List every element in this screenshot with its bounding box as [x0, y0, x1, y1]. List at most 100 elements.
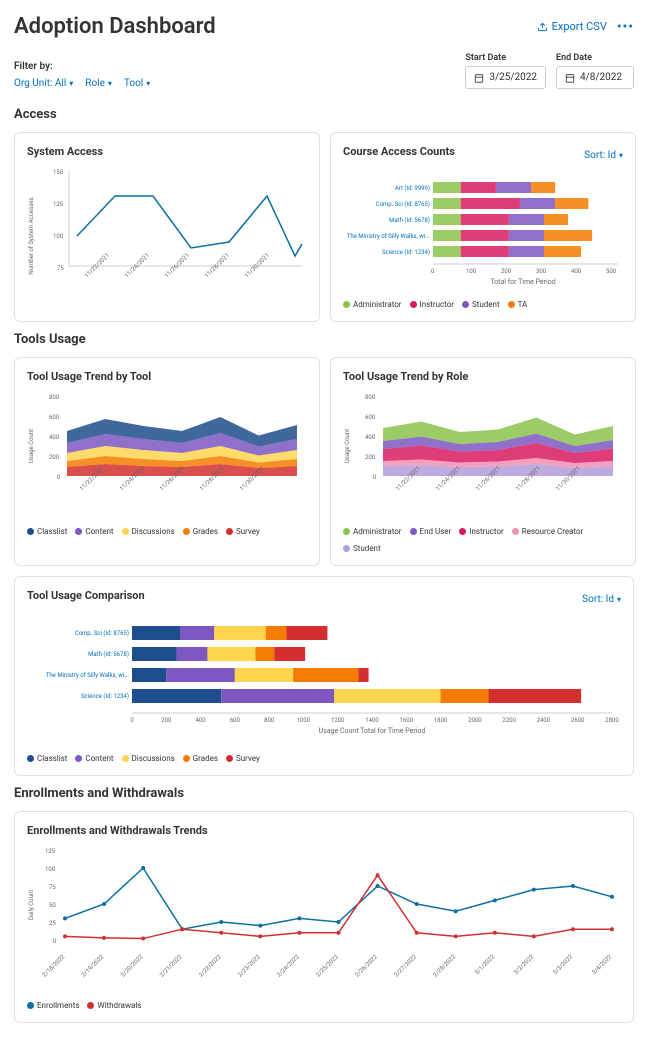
svg-text:2400: 2400 [537, 717, 551, 724]
card-enrollments: Enrollments and Withdrawals Trends Daily… [14, 811, 634, 1023]
tool-by-role-chart: Usage Count 8006004002000 11/22/2021 11/… [343, 391, 623, 521]
svg-text:400: 400 [571, 268, 582, 275]
svg-text:Math (Id: 5678): Math (Id: 5678) [389, 217, 430, 224]
svg-text:3/3/2022: 3/3/2022 [552, 953, 575, 976]
svg-text:500: 500 [606, 268, 617, 275]
svg-text:0: 0 [57, 474, 61, 481]
more-actions-icon[interactable]: ••• [617, 19, 634, 35]
card-comparison: Tool Usage Comparison Sort: Id▾ Comp. Sc… [14, 576, 634, 776]
chevron-down-icon: ▾ [69, 79, 73, 88]
svg-text:2600: 2600 [571, 717, 585, 724]
svg-text:2800: 2800 [605, 717, 619, 724]
filter-label: Filter by: [14, 61, 150, 72]
svg-text:The Ministry of Silly Walks, w: The Ministry of Silly Walks, wi... [347, 233, 431, 240]
svg-text:0: 0 [431, 268, 435, 275]
svg-text:2/28/2022: 2/28/2022 [432, 953, 458, 979]
svg-text:300: 300 [536, 268, 547, 275]
svg-text:200: 200 [161, 717, 172, 724]
svg-text:0: 0 [373, 474, 377, 481]
svg-text:600: 600 [365, 414, 376, 421]
svg-text:200: 200 [49, 454, 60, 461]
system-access-chart: Number of System Accesses 150 125 100 75… [27, 166, 307, 296]
svg-text:Total for Time Period: Total for Time Period [490, 278, 555, 286]
card-system-access: System Access Number of System Accesses … [14, 132, 320, 322]
svg-text:1000: 1000 [297, 717, 311, 724]
svg-text:2/21/2022: 2/21/2022 [158, 953, 184, 979]
svg-text:2000: 2000 [468, 717, 482, 724]
svg-text:Science (Id: 1234): Science (Id: 1234) [81, 693, 129, 700]
svg-text:150: 150 [53, 169, 64, 176]
svg-text:800: 800 [365, 394, 376, 401]
card-title: Course Access Counts [343, 145, 455, 158]
legend-tools2: Classlist Content Discussions Grades Sur… [27, 754, 621, 763]
svg-text:200: 200 [365, 454, 376, 461]
chevron-down-icon: ▾ [108, 79, 112, 88]
card-title: Tool Usage Comparison [27, 589, 145, 602]
svg-text:3/1/2022: 3/1/2022 [473, 953, 496, 976]
card-tool-by-tool: Tool Usage Trend by Tool Usage Count 800… [14, 357, 320, 566]
chevron-down-icon: ▾ [619, 151, 623, 160]
svg-text:Number of System Accesses: Number of System Accesses [28, 197, 35, 274]
svg-text:400: 400 [196, 717, 207, 724]
svg-text:800: 800 [264, 717, 275, 724]
card-tool-by-role: Tool Usage Trend by Role Usage Count 800… [330, 357, 636, 566]
svg-text:50: 50 [49, 902, 56, 909]
svg-text:75: 75 [57, 265, 64, 272]
svg-text:1400: 1400 [365, 717, 379, 724]
svg-text:Daily Count: Daily Count [28, 890, 35, 920]
card-course-access: Course Access Counts Sort: Id▾ Art (Id: … [330, 132, 636, 322]
svg-text:125: 125 [45, 848, 56, 855]
svg-text:2/27/2022: 2/27/2022 [393, 953, 419, 979]
svg-text:The Ministry of Silly Walks, w: The Ministry of Silly Walks, wi... [46, 672, 130, 679]
svg-text:1200: 1200 [331, 717, 345, 724]
svg-text:Comp. Sci (Id: 8765): Comp. Sci (Id: 8765) [75, 630, 129, 637]
sort-link[interactable]: Sort: Id▾ [584, 150, 623, 161]
legend-roles: Administrator Instructor Student TA [343, 300, 623, 309]
svg-text:Usage Count: Usage Count [28, 429, 35, 463]
svg-text:600: 600 [230, 717, 241, 724]
card-title: Enrollments and Withdrawals Trends [27, 824, 621, 837]
page-title: Adoption Dashboard [14, 14, 216, 39]
svg-text:75: 75 [49, 884, 56, 891]
start-date-label: Start Date [465, 53, 546, 63]
svg-text:2/18/2022: 2/18/2022 [41, 953, 67, 979]
svg-text:Usage Count: Usage Count [344, 429, 351, 463]
start-date-input[interactable]: 3/25/2022 [465, 66, 546, 89]
svg-text:3/4/2022: 3/4/2022 [591, 953, 614, 976]
svg-text:100: 100 [45, 866, 56, 873]
svg-text:2/25/2022: 2/25/2022 [315, 953, 341, 979]
export-csv-link[interactable]: Export CSV [537, 20, 607, 33]
svg-text:200: 200 [501, 268, 512, 275]
svg-text:100: 100 [466, 268, 477, 275]
svg-text:2/23/2022: 2/23/2022 [237, 953, 263, 979]
svg-text:1800: 1800 [434, 717, 448, 724]
filter-tool[interactable]: Tool▾ [124, 78, 150, 89]
svg-text:2/20/2022: 2/20/2022 [119, 953, 145, 979]
card-title: System Access [27, 145, 307, 158]
svg-text:0: 0 [53, 938, 57, 945]
section-enrollments: Enrollments and Withdrawals [14, 786, 634, 801]
legend-roles2: Administrator End User Instructor Resour… [343, 527, 623, 553]
sort-link[interactable]: Sort: Id▾ [582, 594, 621, 605]
svg-text:Math (Id: 5678): Math (Id: 5678) [88, 651, 129, 658]
svg-text:2/22/2022: 2/22/2022 [198, 953, 224, 979]
legend-enroll: Enrollments Withdrawals [27, 1001, 621, 1010]
svg-text:0: 0 [130, 717, 134, 724]
chevron-down-icon: ▾ [146, 79, 150, 88]
end-date-input[interactable]: 4/8/2022 [556, 66, 634, 89]
chevron-down-icon: ▾ [617, 595, 621, 604]
card-title: Tool Usage Trend by Role [343, 370, 623, 383]
comparison-chart: Comp. Sci (Id: 8765) Math (Id: 5678) The M… [27, 618, 619, 748]
legend-tools: Classlist Content Discussions Grades Sur… [27, 527, 307, 536]
enrollments-chart: Daily Count 1251007550250 2/18/20222/19/… [27, 845, 619, 995]
section-access: Access [14, 107, 634, 122]
svg-text:2/24/2022: 2/24/2022 [276, 953, 302, 979]
card-title: Tool Usage Trend by Tool [27, 370, 307, 383]
export-icon [537, 21, 548, 32]
course-access-chart: Art (Id: 9999)Comp. Sci (Id: 8765)Math (… [343, 174, 623, 294]
calendar-icon [474, 73, 484, 83]
filter-org-unit[interactable]: Org Unit: All▾ [14, 78, 73, 89]
svg-text:2200: 2200 [502, 717, 516, 724]
filter-role[interactable]: Role▾ [85, 78, 112, 89]
svg-text:2/26/2022: 2/26/2022 [354, 953, 380, 979]
